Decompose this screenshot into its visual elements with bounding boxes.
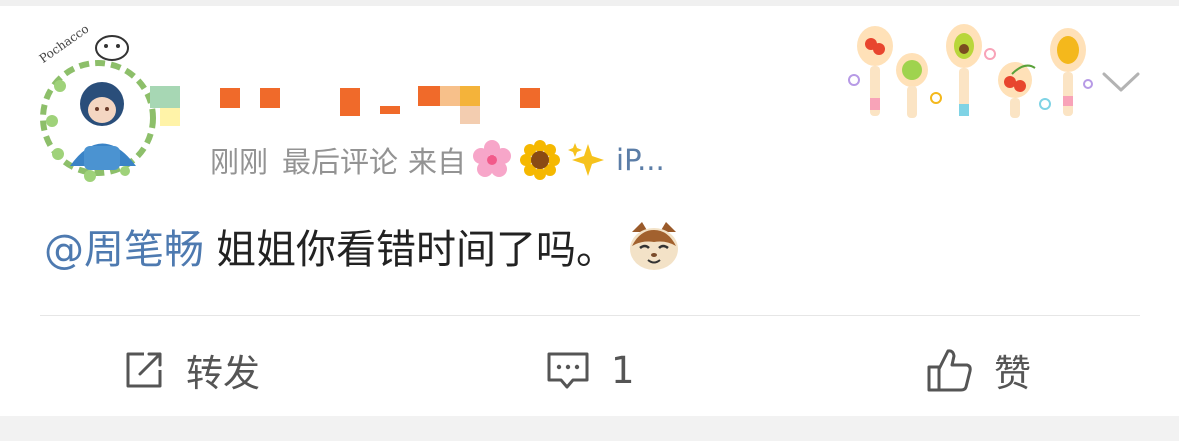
repost-button[interactable]: 转发: [122, 342, 260, 398]
repost-label: 转发: [186, 352, 260, 395]
source-device[interactable]: iP...: [616, 143, 665, 177]
comment-icon: [547, 352, 589, 389]
chevron-down-icon[interactable]: [1100, 64, 1142, 100]
comment-text: 姐姐你看错时间了吗。: [216, 227, 616, 273]
comment-card: Pochacco 刚刚 最后评论 来自 iP... @周笔畅 姐姐你看错时间了吗…: [0, 6, 1179, 416]
timestamp: 刚刚: [210, 145, 269, 179]
last-comment-label: 最后评论: [282, 145, 399, 179]
bottom-separator: [0, 416, 1179, 441]
spoon-decoration: [848, 24, 1093, 118]
cat-emoji: [630, 222, 678, 270]
username-pixelated[interactable]: [150, 86, 570, 128]
actions-divider: [40, 315, 1140, 316]
sparkles-emoji: [568, 143, 605, 176]
sunflower-emoji: [520, 140, 561, 180]
like-button[interactable]: 赞: [926, 342, 1031, 398]
avatar-badge: Pochacco: [37, 26, 92, 66]
avatar[interactable]: Pochacco: [30, 26, 170, 186]
comment-button[interactable]: 1: [545, 342, 635, 398]
avatar-image: Pochacco: [37, 26, 156, 182]
comment-count: 1: [611, 348, 635, 392]
source-label: 来自: [408, 145, 467, 179]
comment-body: @周笔畅 姐姐你看错时间了吗。: [44, 216, 682, 276]
like-label: 赞: [994, 352, 1031, 395]
repost-icon: [126, 352, 162, 388]
sakura-emoji: [473, 140, 512, 177]
like-icon: [927, 349, 972, 392]
mention-link[interactable]: @周笔畅: [44, 217, 204, 275]
post-meta: 刚刚 最后评论 来自 iP...: [210, 138, 665, 182]
